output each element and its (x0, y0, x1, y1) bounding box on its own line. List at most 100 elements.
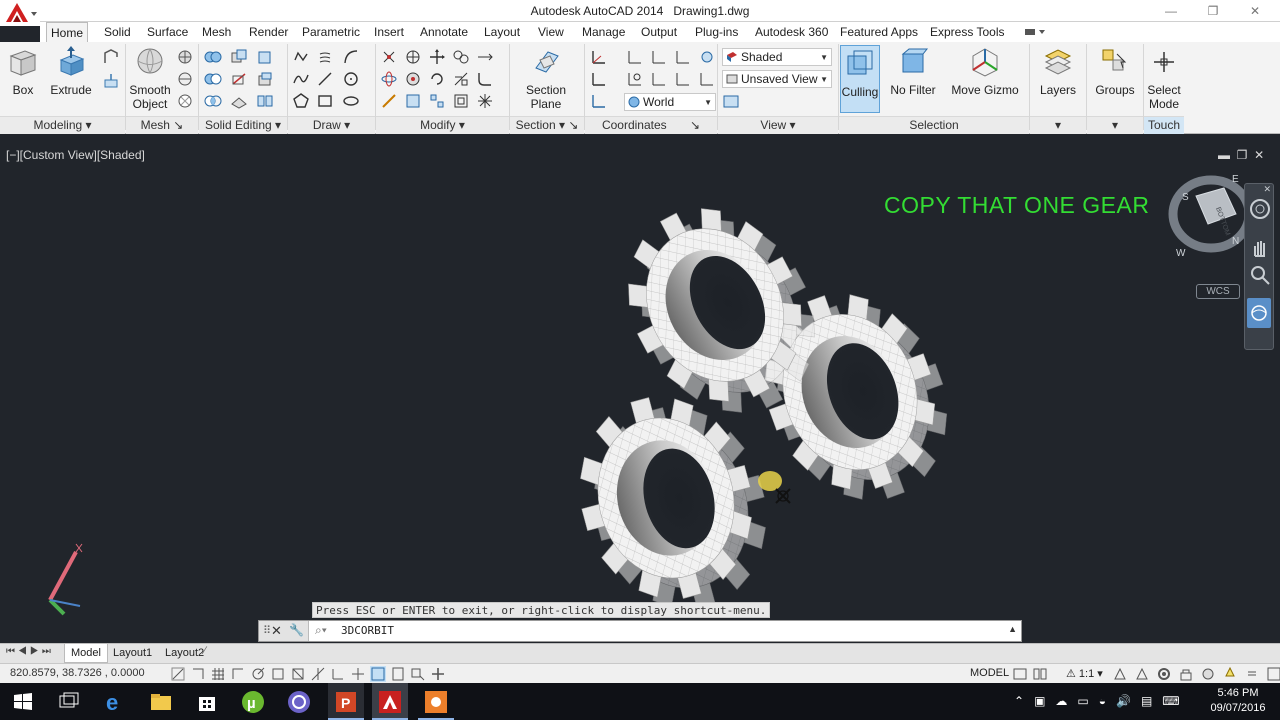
recorder-taskbar-button[interactable] (418, 683, 454, 720)
autocad-taskbar-button[interactable] (372, 683, 408, 720)
layers-button[interactable]: Layers (1036, 46, 1080, 97)
restore-button[interactable]: ❐ (1202, 2, 1224, 20)
show-hidden-icons-icon[interactable]: ⌃ (1014, 694, 1024, 708)
mesh-refine-icon[interactable] (176, 92, 194, 110)
arc-icon[interactable] (342, 48, 360, 66)
ellipse-icon[interactable] (342, 92, 360, 110)
ucs-origin-icon[interactable] (590, 70, 608, 88)
navbar-close-icon[interactable]: ✕ (1263, 184, 1271, 195)
ucs-icon[interactable] (590, 48, 608, 66)
mesh-smooth-more-icon[interactable] (176, 48, 194, 66)
annotation-scale[interactable]: ⚠ 1:1 ▾ (1066, 667, 1103, 680)
tab-home[interactable]: Home (46, 22, 89, 42)
panel-view[interactable]: View ▾ (718, 116, 838, 134)
quick-view-layouts-icon[interactable] (1012, 666, 1028, 682)
onedrive-icon[interactable]: ☁ (1055, 694, 1067, 708)
copy-icon[interactable] (452, 48, 470, 66)
spline-icon[interactable] (292, 70, 310, 88)
zoom-extents-icon[interactable] (1249, 264, 1271, 286)
ucs-view-icon[interactable] (590, 92, 608, 110)
drawing-viewport[interactable]: [−][Custom View][Shaded] ▬ ❐ ✕ COPY THAT… (0, 142, 1280, 642)
panel-layers-expand[interactable]: ▾ (1030, 116, 1086, 134)
panel-groups-expand[interactable]: ▾ (1087, 116, 1143, 134)
interfere-icon[interactable] (230, 48, 248, 66)
ucs-3point-icon[interactable] (674, 48, 692, 66)
smooth-object-button[interactable]: Smooth Object (128, 46, 172, 111)
grid-display-icon[interactable] (210, 666, 226, 682)
tab-manage[interactable]: Manage (578, 22, 629, 42)
extrude-faces-icon[interactable] (256, 70, 274, 88)
polyline-icon[interactable] (292, 48, 310, 66)
viewcube[interactable]: BOTTOM S E W N (1166, 166, 1256, 262)
ribbon-toggle-icon[interactable] (1024, 27, 1048, 37)
command-grip-icon[interactable]: ⠿ (263, 624, 271, 637)
mesh-smooth-less-icon[interactable] (176, 70, 194, 88)
object-snap-tracking-icon[interactable] (310, 666, 326, 682)
no-filter-button[interactable]: No Filter (888, 46, 938, 97)
command-close-icon[interactable]: ✕ (271, 623, 282, 639)
pan-hand-icon[interactable] (1249, 236, 1271, 258)
tab-model[interactable]: Model (64, 644, 108, 663)
ucs-named-icon[interactable] (698, 48, 716, 66)
clean-screen-icon[interactable] (1266, 666, 1280, 682)
recent-commands-icon[interactable]: ⌕▾ (315, 623, 327, 638)
tab-layout1[interactable]: Layout1 (108, 644, 157, 663)
ortho-mode-icon[interactable] (230, 666, 246, 682)
object-snap-icon[interactable] (270, 666, 286, 682)
ucs-x-icon[interactable] (650, 48, 668, 66)
culling-button[interactable]: Culling (840, 45, 880, 113)
tab-annotate[interactable]: Annotate (416, 22, 472, 42)
tab-surface[interactable]: Surface (143, 22, 192, 42)
stretch-icon[interactable] (476, 48, 494, 66)
store-icon[interactable] (194, 689, 220, 715)
array-icon[interactable] (428, 92, 446, 110)
tab-mesh[interactable]: Mesh (198, 22, 235, 42)
auto-scale-icon[interactable] (1134, 666, 1150, 682)
viewport-window-controls[interactable]: ▬ ❐ ✕ (1218, 148, 1264, 162)
slice-icon[interactable] (230, 70, 248, 88)
utorrent-icon[interactable]: µ (240, 689, 266, 715)
layout-menu-icon[interactable]: ∕ (204, 645, 206, 657)
clock[interactable]: 5:46 PM 09/07/2016 (1208, 686, 1268, 716)
trim-icon[interactable] (452, 70, 470, 88)
ucs-zaxis-icon[interactable] (674, 70, 692, 88)
ucs-select[interactable]: World ▼ (624, 93, 716, 111)
viewports-icon[interactable] (722, 93, 740, 111)
tab-insert[interactable]: Insert (370, 22, 408, 42)
coordinate-readout[interactable]: 820.8579, 38.7326 , 0.0000 (10, 667, 145, 679)
panel-section[interactable]: Section ▾ ↘ (510, 116, 584, 134)
volume-icon[interactable]: 🔊 (1116, 694, 1131, 708)
dynamic-input-icon[interactable] (350, 666, 366, 682)
ucs-face-icon[interactable] (626, 48, 644, 66)
3d-move-icon[interactable] (380, 48, 398, 66)
workspace-gear-icon[interactable] (1156, 666, 1172, 682)
polar-tracking-icon[interactable] (250, 666, 266, 682)
offset-icon[interactable] (452, 92, 470, 110)
ucs-y-icon[interactable] (650, 70, 668, 88)
minimize-button[interactable]: — (1160, 2, 1182, 20)
snap-mode-icon[interactable] (190, 666, 206, 682)
layout-nav-arrows-icon[interactable]: ⏮◀▶⏭ (6, 646, 54, 657)
panel-modify[interactable]: Modify ▾ (376, 116, 509, 134)
lock-ui-icon[interactable] (1178, 666, 1194, 682)
move-gizmo-button[interactable]: Move Gizmo (950, 46, 1020, 97)
subtract-icon[interactable] (204, 70, 222, 88)
model-space-toggle[interactable]: MODEL (970, 667, 1009, 679)
edge-browser-icon[interactable]: e (102, 689, 128, 715)
quick-properties-icon[interactable] (410, 666, 426, 682)
tab-layout[interactable]: Layout (480, 22, 524, 42)
move-icon[interactable] (428, 48, 446, 66)
allow-dynamic-ucs-icon[interactable] (330, 666, 346, 682)
panel-draw[interactable]: Draw ▾ (288, 116, 375, 134)
rectangle-icon[interactable] (316, 92, 334, 110)
panel-coordinates[interactable]: Coordinates ↘ (585, 116, 717, 134)
polygon-icon[interactable] (292, 92, 310, 110)
tab-autodesk-360[interactable]: Autodesk 360 (751, 22, 832, 42)
visual-style-select[interactable]: Shaded ▼ (722, 48, 832, 66)
3d-mirror-icon[interactable] (404, 70, 422, 88)
infer-constraints-icon[interactable] (170, 666, 186, 682)
selection-cycling-icon[interactable] (430, 666, 446, 682)
3d-object-snap-icon[interactable] (290, 666, 306, 682)
keyboard-icon[interactable]: ⌨ (1162, 694, 1179, 708)
helix-icon[interactable] (316, 48, 334, 66)
